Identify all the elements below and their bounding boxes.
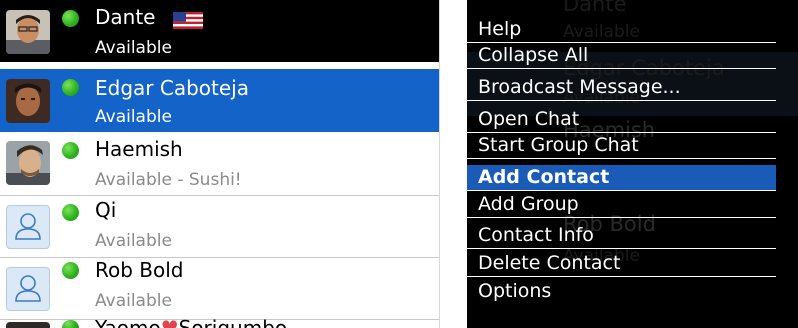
- available-status-icon: [62, 204, 79, 221]
- dante-avatar: [6, 10, 50, 54]
- contact-status: Available: [95, 291, 172, 311]
- menu-item-delete-contact[interactable]: Delete Contact: [467, 251, 776, 277]
- contact-row-rob-bold[interactable]: Rob Bold Available: [0, 258, 439, 320]
- available-status-icon: [62, 142, 79, 159]
- contact-row-dante[interactable]: Dante Available: [0, 0, 439, 62]
- contact-row-edgar-caboteja[interactable]: Edgar Caboteja Available: [0, 69, 439, 132]
- available-status-icon: [62, 320, 79, 328]
- contact-name: Qi: [95, 198, 117, 222]
- contact-name: Haemish: [95, 137, 183, 161]
- menu-item-contact-info[interactable]: Contact Info: [467, 223, 776, 249]
- contact-status: Available: [95, 107, 172, 127]
- dimmed-contact-name: Dante: [563, 0, 627, 16]
- contact-list-with-menu: Dante Available Edgar Caboteja Available…: [467, 0, 798, 328]
- edgar-avatar: [6, 79, 50, 123]
- contact-name: Yaomo♥Sorigumbo: [95, 316, 287, 328]
- available-status-icon: [62, 79, 79, 96]
- contact-status: Available: [95, 38, 172, 58]
- contact-list: Dante Available Edgar Caboteja Available…: [0, 0, 440, 328]
- default-person-icon: [6, 267, 50, 311]
- menu-item-help[interactable]: Help: [467, 17, 776, 43]
- contact-name: Dante: [95, 5, 156, 29]
- contact-row-haemish[interactable]: Haemish Available - Sushi!: [0, 132, 439, 196]
- yaomo-avatar: [6, 322, 50, 328]
- contact-row-qi[interactable]: Qi Available: [0, 196, 439, 258]
- us-flag-icon: [173, 12, 203, 29]
- haemish-avatar: [6, 141, 50, 185]
- heart-icon: ♥: [160, 316, 179, 328]
- contact-name: Rob Bold: [95, 258, 184, 282]
- context-menu: Help Collapse All Broadcast Message... O…: [467, 17, 776, 309]
- menu-item-collapse-all[interactable]: Collapse All: [467, 43, 776, 69]
- menu-item-start-group-chat[interactable]: Start Group Chat: [467, 133, 776, 159]
- contact-name: Edgar Caboteja: [95, 76, 249, 100]
- menu-item-broadcast-message[interactable]: Broadcast Message...: [467, 75, 776, 101]
- contact-status: Available - Sushi!: [95, 170, 242, 190]
- contact-status: Available: [95, 231, 172, 251]
- menu-item-options[interactable]: Options: [467, 279, 776, 305]
- menu-item-add-group[interactable]: Add Group: [467, 192, 776, 218]
- menu-item-add-contact[interactable]: Add Contact: [467, 165, 776, 191]
- menu-item-open-chat[interactable]: Open Chat: [467, 107, 776, 133]
- available-status-icon: [62, 262, 79, 279]
- contact-row-yaomo[interactable]: Yaomo♥Sorigumbo: [0, 316, 439, 328]
- default-person-icon: [6, 205, 50, 249]
- available-status-icon: [62, 10, 79, 27]
